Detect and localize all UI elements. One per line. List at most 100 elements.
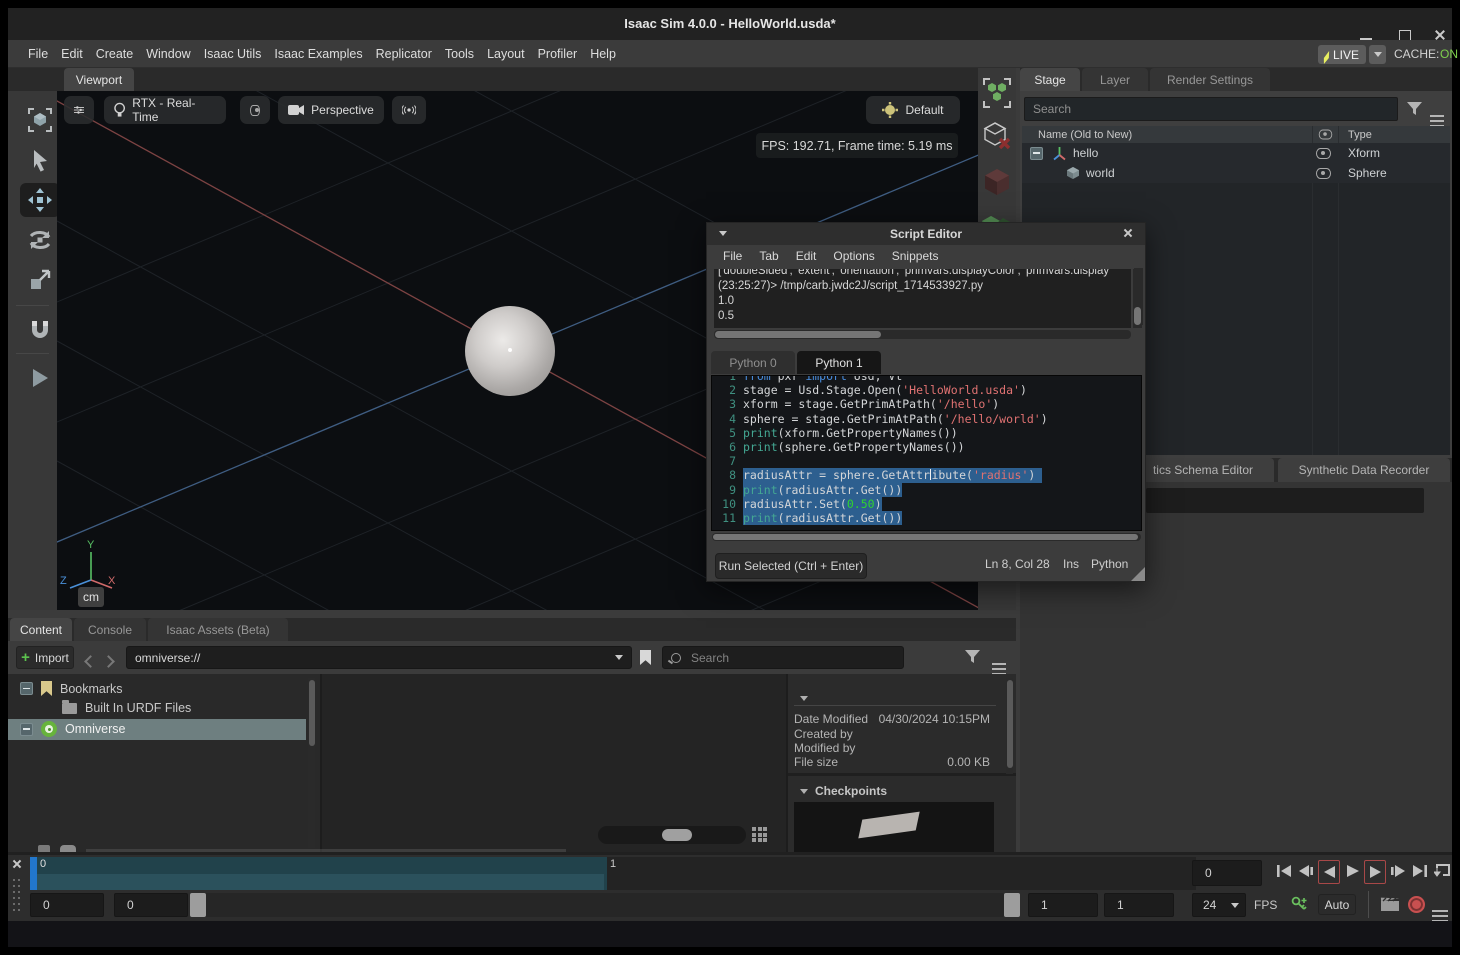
menu-item[interactable]: Isaac Examples [274,47,362,61]
menu-item[interactable]: Options [833,249,874,263]
range-handle-right[interactable] [1004,893,1020,917]
expander-icon[interactable] [20,723,33,736]
timeline-ruler[interactable]: 0 1 [30,857,1196,890]
menu-item[interactable]: Layout [487,47,525,61]
import-button[interactable]: + Import [16,646,74,669]
code-hscrollbar[interactable] [712,533,1141,541]
step-forward-button[interactable] [1388,860,1408,882]
details-collapse[interactable] [800,688,808,706]
rigid-body-button[interactable] [981,166,1013,200]
stage-row-hello[interactable]: hello Xform [1022,143,1450,163]
axis-gizmo[interactable]: Y Z X [58,538,122,590]
timeline-close-button[interactable] [12,858,24,876]
title-bar[interactable]: Isaac Sim 4.0.0 - HelloWorld.usda* [8,8,1452,40]
playhead[interactable] [30,857,37,890]
menu-item[interactable]: Edit [61,47,83,61]
menu-item[interactable]: File [723,249,742,263]
forward-button[interactable] [104,653,113,671]
path-input[interactable]: omniverse:// [126,646,632,669]
content-search-input[interactable]: Search [662,646,904,669]
step-back-button[interactable] [1296,860,1316,882]
camera-button[interactable]: Perspective [278,96,384,124]
snap-tool[interactable] [20,313,60,347]
timeline-options-button[interactable] [1432,899,1448,917]
menu-item[interactable]: Window [146,47,190,61]
eye-icon[interactable] [1316,148,1331,159]
stage-search-input[interactable]: Search [1024,97,1398,121]
physics-select-button[interactable] [981,76,1013,110]
live-dropdown[interactable] [1369,45,1386,64]
play-button[interactable] [1342,860,1362,882]
play-tool[interactable] [20,361,60,395]
range-handle-left[interactable] [190,893,206,917]
expander-icon[interactable] [1030,147,1043,160]
tree-item-omniverse[interactable]: Omniverse [20,721,125,737]
tab-stage[interactable]: Stage [1020,68,1080,91]
scale-tool[interactable] [20,263,60,297]
details-scrollbar[interactable] [1006,678,1013,774]
stage-options-button[interactable] [1430,104,1444,122]
filter-icon[interactable] [964,648,981,665]
timeline-drag-handle[interactable] [13,879,21,915]
auto-key-button[interactable]: Auto [1318,894,1356,915]
play-reverse-button[interactable] [1318,860,1340,884]
filter-icon[interactable] [1406,100,1423,117]
renderer-button[interactable]: RTX - Real-Time [104,96,226,124]
range-start-field[interactable]: 0 [30,893,104,917]
range-end-field-2[interactable]: 1 [1104,893,1174,917]
visibility-button[interactable] [240,96,270,124]
key-icon[interactable] [1290,895,1308,913]
select-bounds-tool[interactable] [20,103,60,137]
menu-item[interactable]: Help [590,47,616,61]
script-editor-titlebar[interactable]: Script Editor [707,223,1145,245]
lower-right-field[interactable] [1146,488,1424,513]
range-track[interactable] [190,893,1004,917]
back-button[interactable] [86,653,95,671]
visibility-column-icon[interactable] [1319,130,1333,140]
tree-scrollbar[interactable] [308,678,315,848]
tab-render-settings[interactable]: Render Settings [1150,68,1270,91]
lighting-mode-button[interactable]: Default [866,96,960,124]
content-options-button[interactable] [992,652,1006,670]
slider-thumb[interactable] [662,829,692,841]
prim-name[interactable]: world [1086,166,1115,180]
tab-python-1[interactable]: Python 1 [797,351,881,374]
run-selected-button[interactable]: Run Selected (Ctrl + Enter) [715,553,867,579]
collapse-icon[interactable] [719,231,727,236]
play-to-end-button[interactable] [1364,860,1386,884]
render-settings-button[interactable] [392,96,426,124]
menu-item[interactable]: Snippets [892,249,939,263]
menu-item[interactable]: Edit [796,249,817,263]
tree-item-urdf-files[interactable]: Built In URDF Files [62,701,191,715]
tab-layer[interactable]: Layer [1082,68,1148,91]
expander-icon[interactable] [20,682,33,695]
script-output[interactable]: ['doubleSided', 'extent', 'orientation',… [714,269,1131,328]
tree-item-bookmarks[interactable]: Bookmarks [20,681,123,696]
column-type[interactable]: Type [1348,129,1372,141]
current-frame-field[interactable]: 0 [1192,860,1262,886]
menu-item[interactable]: Profiler [538,47,578,61]
select-tool[interactable] [20,143,60,177]
code-editor[interactable]: 1from pxr import Usd, Vt2stage = Usd.Sta… [711,375,1142,531]
tab-content[interactable]: Content [10,618,72,641]
viewport-settings-button[interactable] [64,96,94,124]
menu-item[interactable]: Isaac Utils [204,47,262,61]
tab-python-0[interactable]: Python 0 [711,351,795,374]
stage-row-world[interactable]: world Sphere [1022,163,1450,183]
tab-viewport[interactable]: Viewport [64,68,134,91]
prim-name[interactable]: hello [1073,146,1098,160]
chevron-down-icon[interactable] [615,655,623,660]
resize-grip[interactable] [1131,567,1145,581]
skip-to-start-button[interactable] [1274,860,1294,882]
rotate-tool[interactable] [20,223,60,257]
menu-item[interactable]: Create [96,47,134,61]
close-icon[interactable] [1123,228,1135,240]
menu-item[interactable]: File [28,47,48,61]
remove-physics-button[interactable] [981,120,1013,154]
eye-icon[interactable] [1316,168,1331,179]
column-name[interactable]: Name (Old to New) [1038,129,1132,141]
fps-dropdown[interactable]: 24 [1192,893,1246,917]
record-button[interactable] [1408,896,1425,918]
skip-to-end-button[interactable] [1410,860,1430,882]
range-start-field-2[interactable]: 0 [114,893,188,917]
